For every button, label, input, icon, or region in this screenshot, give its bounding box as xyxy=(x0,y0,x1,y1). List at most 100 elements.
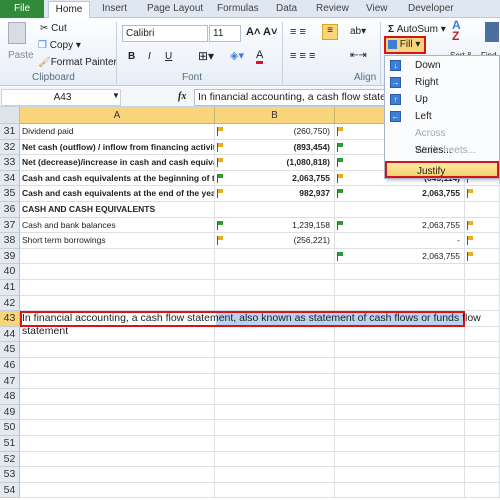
cell-d35[interactable] xyxy=(465,186,500,202)
cell-c49[interactable] xyxy=(335,404,465,421)
cell-c36[interactable] xyxy=(335,202,465,218)
row-header[interactable]: 31 xyxy=(0,124,20,140)
cell-d51[interactable] xyxy=(465,436,500,452)
cell-d38[interactable] xyxy=(465,233,500,249)
cell-b45[interactable] xyxy=(215,342,335,358)
cell-b40[interactable] xyxy=(215,264,335,280)
cell-a53[interactable] xyxy=(20,467,215,483)
row-header[interactable]: 45 xyxy=(0,342,20,358)
cell-c40[interactable] xyxy=(335,264,465,280)
row-header[interactable]: 40 xyxy=(0,264,20,280)
row-header[interactable]: 44 xyxy=(0,326,20,343)
cell-b47[interactable] xyxy=(215,373,335,390)
fill-menu-item-across-worksheets[interactable]: Across Worksheets... xyxy=(385,125,499,156)
cell-b31[interactable]: (260,750) xyxy=(215,124,335,140)
row-header[interactable]: 35 xyxy=(0,186,20,202)
tab-page-layout[interactable]: Page Layout xyxy=(147,2,203,18)
fill-menu-item-up[interactable]: ↑ Up xyxy=(385,91,499,108)
cell-c48[interactable] xyxy=(335,389,465,405)
fill-menu-item-series[interactable]: Series... xyxy=(385,142,499,159)
cell-d50[interactable] xyxy=(465,420,500,436)
tab-home[interactable]: Home xyxy=(48,1,90,19)
cell-b52[interactable] xyxy=(215,451,335,468)
fill-menu-item-right[interactable]: → Right xyxy=(385,74,499,91)
column-header-b[interactable]: B xyxy=(215,107,335,124)
copy-button[interactable]: ❐ Copy ▾ xyxy=(38,40,81,51)
cell-c37[interactable]: 2,063,755 xyxy=(335,217,465,234)
row-header[interactable]: 46 xyxy=(0,358,20,374)
format-painter-button[interactable]: 🖌Format Painter xyxy=(38,57,117,68)
orientation-icon[interactable]: ab▾ xyxy=(350,26,366,37)
align-left-center-right-icon[interactable]: ≡ ≡ ≡ xyxy=(290,50,315,62)
cell-c39[interactable]: 2,063,755 xyxy=(335,248,465,265)
cell-b53[interactable] xyxy=(215,467,335,483)
cell-b46[interactable] xyxy=(215,358,335,374)
cell-a37[interactable]: Cash and bank balances xyxy=(20,217,215,234)
cell-b48[interactable] xyxy=(215,389,335,405)
cell-c50[interactable] xyxy=(335,420,465,436)
cell-c47[interactable] xyxy=(335,373,465,390)
borders-icon[interactable]: ⊞▾ xyxy=(198,49,214,63)
cell-d46[interactable] xyxy=(465,358,500,374)
cell-b54[interactable] xyxy=(215,482,335,499)
cell-d53[interactable] xyxy=(465,467,500,483)
fill-menu-item-down[interactable]: ↓ Down xyxy=(385,57,499,74)
cell-a34[interactable]: Cash and cash equivalents at the beginni… xyxy=(20,170,215,187)
cell-a31[interactable]: Dividend paid xyxy=(20,124,215,140)
tab-file[interactable]: File xyxy=(0,0,44,18)
cell-a52[interactable] xyxy=(20,451,215,468)
sort-filter-icon[interactable]: AZ xyxy=(452,19,461,42)
tab-developer[interactable]: Developer xyxy=(408,2,454,18)
tab-review[interactable]: Review xyxy=(316,2,349,18)
row-header[interactable]: 43 xyxy=(0,311,20,327)
fill-menu-item-left[interactable]: ← Left xyxy=(385,108,499,125)
row-header[interactable]: 36 xyxy=(0,202,20,218)
paste-icon[interactable] xyxy=(8,22,26,44)
cell-c35[interactable]: 2,063,755 xyxy=(335,186,465,202)
cell-a46[interactable] xyxy=(20,358,215,374)
cell-a39[interactable] xyxy=(20,248,215,265)
name-box-dropdown-icon[interactable]: ▼ xyxy=(112,91,120,100)
align-bottom-icon[interactable]: ≡ xyxy=(322,24,338,40)
fill-button[interactable]: Fill ▾ xyxy=(384,36,426,54)
cell-c41[interactable] xyxy=(335,280,465,296)
row-header[interactable]: 49 xyxy=(0,404,20,421)
row-header[interactable]: 33 xyxy=(0,155,20,171)
cell-d37[interactable] xyxy=(465,217,500,234)
row-header[interactable]: 37 xyxy=(0,217,20,234)
cell-b41[interactable] xyxy=(215,280,335,296)
font-grow-shrink-icon[interactable]: A˄ A˅ xyxy=(246,26,277,38)
cell-b34[interactable]: 2,063,755 xyxy=(215,170,335,187)
cell-d49[interactable] xyxy=(465,404,500,421)
row-header[interactable]: 53 xyxy=(0,467,20,483)
cell-b39[interactable] xyxy=(215,248,335,265)
cell-c52[interactable] xyxy=(335,451,465,468)
cell-d42[interactable] xyxy=(465,295,500,312)
cell-c42[interactable] xyxy=(335,295,465,312)
underline-button[interactable]: U xyxy=(165,51,172,62)
cell-a36[interactable]: CASH AND CASH EQUIVALENTS xyxy=(20,202,215,218)
cell-b32[interactable]: (893,454) xyxy=(215,139,335,156)
cell-d36[interactable] xyxy=(465,202,500,218)
row-header[interactable]: 52 xyxy=(0,451,20,468)
align-top-icon[interactable]: ≡ ≡ xyxy=(290,26,306,38)
cell-b51[interactable] xyxy=(215,436,335,452)
tab-view[interactable]: View xyxy=(366,2,388,18)
row-header[interactable]: 34 xyxy=(0,170,20,187)
cell-d52[interactable] xyxy=(465,451,500,468)
italic-button[interactable]: I xyxy=(148,51,151,62)
cell-d45[interactable] xyxy=(465,342,500,358)
cell-a50[interactable] xyxy=(20,420,215,436)
cell-c53[interactable] xyxy=(335,467,465,483)
cell-b36[interactable] xyxy=(215,202,335,218)
cell-a48[interactable] xyxy=(20,389,215,405)
column-header-a[interactable]: A xyxy=(20,107,215,124)
cell-b38[interactable]: (256,221) xyxy=(215,233,335,249)
find-select-icon[interactable] xyxy=(485,22,499,42)
cell-d47[interactable] xyxy=(465,373,500,390)
fill-menu-item-justify[interactable]: Justify xyxy=(385,161,499,178)
cell-a40[interactable] xyxy=(20,264,215,280)
cell-c51[interactable] xyxy=(335,436,465,452)
indent-icon[interactable]: ⇤⇥ xyxy=(350,50,367,61)
cell-b33[interactable]: (1,080,818) xyxy=(215,155,335,171)
